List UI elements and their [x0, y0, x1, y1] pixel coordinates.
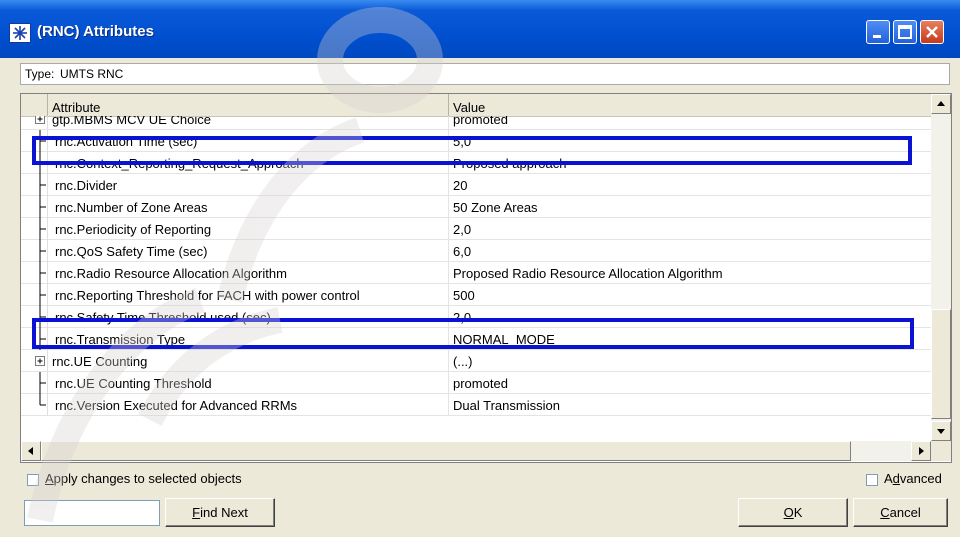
attribute-name: rnc.Reporting Threshold for FACH with po…	[55, 288, 360, 303]
attribute-name: rnc.Version Executed for Advanced RRMs	[55, 398, 298, 413]
attribute-name: rnc.Radio Resource Allocation Algorithm	[55, 266, 287, 281]
vertical-scroll-thumb[interactable]	[931, 309, 951, 419]
apply-changes-checkbox[interactable]	[27, 474, 39, 486]
table-row[interactable]: rnc.QoS Safety Time (sec) 6,0	[21, 240, 931, 262]
column-separator	[448, 116, 449, 130]
attribute-value[interactable]: 20	[453, 178, 467, 193]
table-row[interactable]: rnc.Periodicity of Reporting 2,0	[21, 218, 931, 240]
tree-branch-icon	[39, 262, 46, 284]
attribute-column-header[interactable]: Attribute	[52, 100, 100, 115]
expand-plus-icon[interactable]	[34, 350, 46, 372]
attribute-name: rnc.UE Counting	[52, 354, 148, 369]
table-row[interactable]: rnc.Version Executed for Advanced RRMs Du…	[21, 394, 931, 416]
column-separator	[448, 240, 449, 262]
attribute-value[interactable]: promoted	[453, 116, 508, 127]
table-row[interactable]: rnc.Reporting Threshold for FACH with po…	[21, 284, 931, 306]
table-row[interactable]: rnc.Divider 20	[21, 174, 931, 196]
attribute-value[interactable]: 6,0	[453, 244, 471, 259]
app-icon	[9, 23, 31, 43]
advanced-label[interactable]: Advanced	[884, 471, 942, 486]
grid-header: Attribute Value	[21, 94, 931, 117]
column-separator	[448, 394, 449, 416]
scroll-left-icon[interactable]	[21, 441, 41, 461]
apply-changes-label[interactable]: Apply changes to selected objects	[45, 471, 242, 486]
attribute-name: rnc.QoS Safety Time (sec)	[55, 244, 208, 259]
advanced-checkbox[interactable]	[866, 474, 878, 486]
attribute-value[interactable]: 50 Zone Areas	[453, 200, 538, 215]
column-separator	[448, 372, 449, 394]
scroll-corner	[931, 441, 951, 461]
header-separator	[448, 94, 449, 116]
type-field[interactable]: Type: UMTS RNC	[20, 63, 950, 85]
horizontal-scroll-thumb[interactable]	[41, 441, 851, 461]
horizontal-scrollbar[interactable]	[21, 441, 931, 461]
attribute-value[interactable]: 2,0	[453, 222, 471, 237]
column-separator	[448, 284, 449, 306]
attribute-value[interactable]: (...)	[453, 354, 473, 369]
tree-branch-icon	[39, 196, 46, 218]
attribute-name: rnc.Periodicity of Reporting	[55, 222, 212, 237]
table-row[interactable]: rnc.UE Counting Threshold promoted	[21, 372, 931, 394]
table-row[interactable]: rnc.UE Counting (...)	[21, 350, 931, 372]
attribute-value[interactable]: 500	[453, 288, 475, 303]
attribute-name: rnc.Divider	[55, 178, 118, 193]
find-input[interactable]	[24, 500, 160, 526]
table-row[interactable]: rnc.Number of Zone Areas 50 Zone Areas	[21, 196, 931, 218]
column-separator	[448, 262, 449, 284]
tree-branch-icon	[39, 372, 46, 394]
attribute-name: rnc.Number of Zone Areas	[55, 200, 208, 215]
attribute-name: gtp.MBMS MCV UE Choice	[52, 116, 211, 127]
column-separator	[448, 196, 449, 218]
table-row[interactable]: rnc.Radio Resource Allocation Algorithm P…	[21, 262, 931, 284]
highlight-box-safety-time	[32, 318, 914, 349]
attribute-name: rnc.UE Counting Threshold	[55, 376, 212, 391]
attributes-dialog: (RNC) Attributes Type: UMTS RNC Attribut…	[0, 0, 960, 537]
attribute-value[interactable]: Proposed Radio Resource Allocation Algor…	[453, 266, 723, 281]
vertical-scrollbar[interactable]	[931, 94, 951, 441]
scroll-up-icon[interactable]	[931, 94, 951, 114]
expand-plus-icon[interactable]	[34, 116, 46, 130]
ok-button[interactable]: OK	[738, 498, 848, 527]
column-separator	[448, 218, 449, 240]
tree-branch-icon	[39, 284, 46, 306]
close-icon[interactable]	[920, 20, 944, 44]
tree-branch-icon	[39, 240, 46, 262]
type-value: UMTS RNC	[60, 67, 124, 81]
attribute-value[interactable]: promoted	[453, 376, 508, 391]
tree-branch-icon	[39, 218, 46, 240]
column-separator	[448, 174, 449, 196]
tree-last-branch-icon	[39, 394, 46, 406]
window-title: (RNC) Attributes	[37, 23, 154, 40]
tree-branch-icon	[39, 174, 46, 196]
header-gutter	[21, 94, 48, 116]
title-bar[interactable]: (RNC) Attributes	[0, 0, 960, 58]
attribute-value[interactable]: Dual Transmission	[453, 398, 560, 413]
column-separator	[448, 350, 449, 372]
cancel-button[interactable]: Cancel	[853, 498, 948, 527]
scroll-down-icon[interactable]	[931, 421, 951, 441]
table-row[interactable]: gtp.MBMS MCV UE Choice promoted	[21, 116, 931, 130]
highlight-box-activation-time	[32, 136, 912, 165]
scroll-right-icon[interactable]	[911, 441, 931, 461]
find-next-button[interactable]: Find Next	[165, 498, 275, 527]
minimize-icon[interactable]	[866, 20, 890, 44]
value-column-header[interactable]: Value	[453, 100, 485, 115]
maximize-icon[interactable]	[893, 20, 917, 44]
type-label: Type:	[25, 67, 55, 81]
